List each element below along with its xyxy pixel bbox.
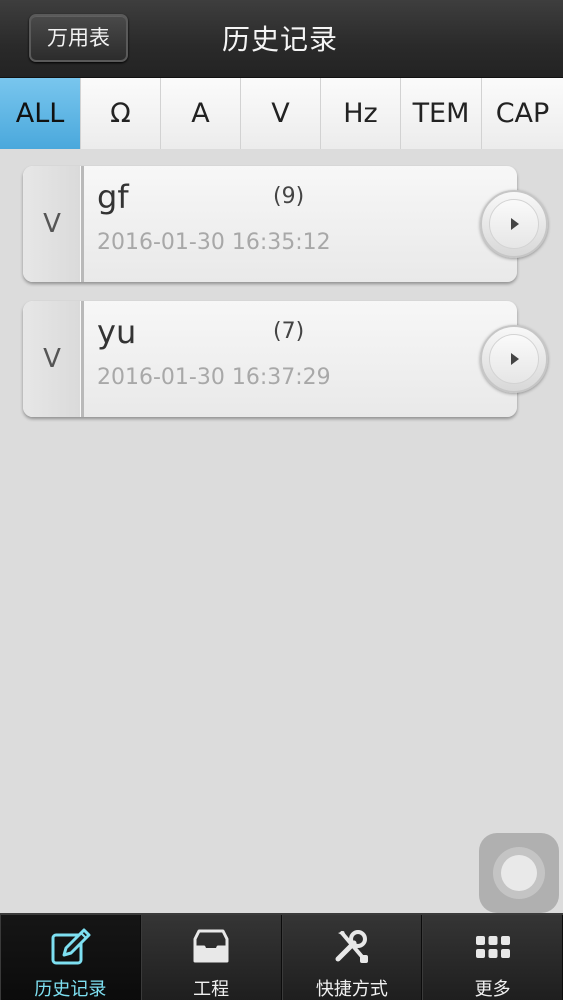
nav-label: 历史记录 [34,979,107,1000]
header-bar: 万用表 历史记录 [0,0,563,78]
nav-label: 快捷方式 [315,979,388,1000]
record-item[interactable]: V gf (9) 2016-01-30 16:35:12 [23,166,517,282]
bottom-nav: 历史记录 工程 快捷方式 更多 [0,913,563,1000]
nav-item-shortcuts[interactable]: 快捷方式 [281,915,423,1000]
record-date: 2016-01-30 16:37:29 [97,365,331,390]
inbox-icon [193,929,229,963]
record-open-button[interactable] [480,190,548,258]
record-count: (9) [273,184,305,209]
nav-label: 更多 [474,979,511,1000]
record-open-button[interactable] [480,325,548,393]
play-arrow-icon [511,353,519,365]
nav-label: 工程 [193,979,230,1000]
grid-icon [475,936,510,958]
page-title: 历史记录 [221,23,338,56]
nav-item-more[interactable]: 更多 [422,915,563,1000]
edit-icon [51,928,91,965]
multimeter-back-button[interactable]: 万用表 [29,14,128,62]
tab-volt[interactable]: V [241,78,321,149]
tab-ohm[interactable]: Ω [81,78,161,149]
tab-all[interactable]: ALL [0,78,81,149]
record-date: 2016-01-30 16:35:12 [97,230,331,255]
record-name: gf [97,178,129,216]
tab-capacitance[interactable]: CAP [482,78,563,149]
play-arrow-icon [511,218,519,230]
record-type: V [23,301,84,417]
record-item[interactable]: V yu (7) 2016-01-30 16:37:29 [23,301,517,417]
tools-icon [335,930,368,963]
record-name: yu [97,313,137,351]
record-type: V [23,166,84,282]
nav-item-history[interactable]: 历史记录 [0,915,141,1000]
tab-temperature[interactable]: TEM [401,78,482,149]
filter-tabs: ALL Ω A V Hz TEM CAP [0,78,563,149]
tab-hertz[interactable]: Hz [321,78,401,149]
assistive-touch-button[interactable] [479,833,559,913]
tab-ampere[interactable]: A [161,78,241,149]
record-count: (7) [273,319,305,344]
nav-item-project[interactable]: 工程 [140,915,282,1000]
